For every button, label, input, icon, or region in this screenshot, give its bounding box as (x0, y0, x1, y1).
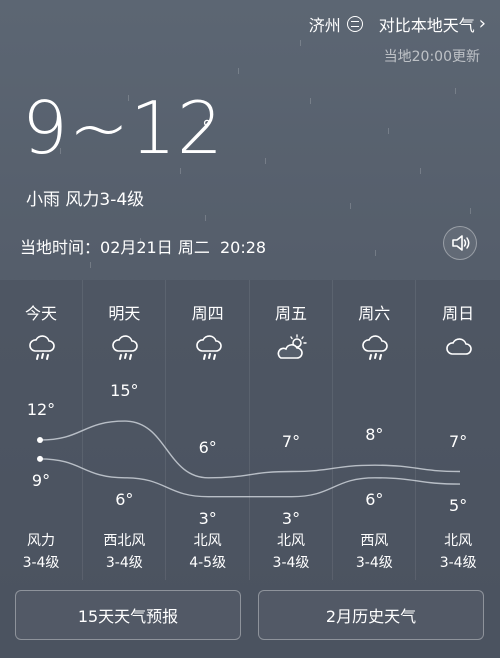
rain-streak (470, 208, 471, 214)
rain-streak (350, 203, 351, 209)
today-point (37, 437, 43, 443)
compare-local-weather-link[interactable]: 对比本地天气 (379, 12, 475, 36)
city-name[interactable]: 济州 (309, 12, 341, 36)
speaker-icon (452, 235, 470, 251)
rain-streak (300, 40, 301, 46)
chevron-right-icon[interactable]: › (479, 15, 486, 33)
update-time: 当地20:00更新 (383, 49, 480, 65)
rain-streak (420, 168, 421, 174)
forecast-15day-button[interactable]: 15天天气预报 (15, 590, 241, 640)
history-weather-button[interactable]: 2月历史天气 (258, 590, 484, 640)
switch-city-icon[interactable] (346, 16, 363, 32)
rain-streak (90, 262, 91, 268)
high-temp-line (39, 420, 461, 479)
rain-streak (238, 68, 239, 74)
rain-streak (205, 215, 206, 221)
degree-symbol: ° (202, 116, 212, 140)
local-time: 当地时间：02月21日 周二 20:28 (20, 234, 266, 258)
local-time-label: 当地时间： (20, 238, 101, 257)
top-bar: 济州 对比本地天气 › (309, 12, 486, 36)
current-condition: 小雨 风力3-4级 (26, 190, 145, 210)
rain-streak (388, 128, 389, 134)
rain-streak (310, 98, 311, 104)
rain-streak (375, 250, 376, 256)
forecast-panel: 今天 12° 9° 风力 3-4级 明天 15° 6° 西北风 3-4级 周四 6° 3° 北风 4-5级周… (0, 280, 500, 658)
low-temp-line (39, 458, 461, 498)
current-temp-range: 9~12 (22, 86, 224, 170)
temperature-chart (37, 420, 461, 498)
speaker-button[interactable] (443, 226, 477, 260)
today-point (37, 455, 43, 462)
rain-streak (455, 88, 456, 94)
rain-streak (265, 158, 266, 164)
local-time-value: 02月21日 周二 20:28 (100, 238, 267, 257)
